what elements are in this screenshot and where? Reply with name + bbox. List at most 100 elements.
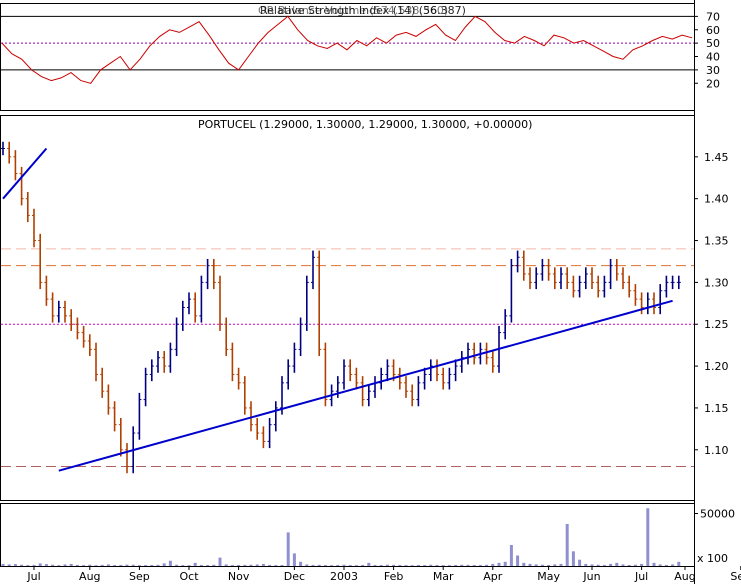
x-tick-label: Jul	[634, 570, 648, 583]
x-tick-label: Sep	[129, 570, 150, 583]
volume-bar	[385, 564, 389, 566]
volume-bar	[615, 562, 619, 566]
price-title: PORTUCEL (1.29000, 1.30000, 1.29000, 1.3…	[198, 118, 532, 131]
volume-bar	[100, 564, 104, 566]
volume-bar	[640, 563, 644, 566]
volume-bar	[330, 565, 334, 566]
volume-bar	[342, 564, 346, 566]
volume-bar	[261, 563, 265, 566]
volume-bar	[441, 565, 445, 566]
volume-bar	[317, 564, 321, 566]
rsi-tick-label: 60	[706, 24, 720, 37]
vol-panel-frame	[0, 503, 695, 567]
volume-bar	[181, 565, 185, 566]
volume-bar	[57, 565, 61, 566]
x-tick-label: Mar	[433, 570, 454, 583]
volume-bar	[596, 564, 600, 566]
volume-bar	[553, 564, 557, 566]
chart-canvas: Relative Strength Index (14) (56.387) OR…	[0, 0, 741, 584]
volume-bar	[7, 564, 11, 566]
volume-bar	[677, 561, 681, 566]
volume-bar	[429, 564, 433, 566]
volume-bar	[621, 564, 625, 566]
x-tick-label: 2003	[330, 570, 358, 583]
volume-bar	[193, 562, 197, 566]
price-tick-label: 1.30	[704, 276, 729, 289]
x-tick-label: Sep	[730, 570, 741, 583]
volume-bar	[305, 564, 309, 566]
volume-bar	[646, 508, 650, 566]
volume-bar	[336, 564, 340, 566]
volume-bar	[20, 564, 24, 566]
volume-bar	[218, 557, 222, 566]
volume-bar	[509, 545, 513, 566]
volume-bar	[69, 563, 73, 566]
volume-bar	[199, 564, 203, 566]
price-tick-label: 1.20	[704, 360, 729, 373]
volume-bar	[224, 564, 228, 566]
rsi-tick-label: 30	[706, 64, 720, 77]
volume-bar	[447, 565, 451, 566]
volume-bar	[162, 563, 166, 566]
volume-bar	[404, 565, 408, 566]
x-tick-label: Apr	[483, 570, 503, 583]
volume-bar	[44, 564, 48, 566]
rsi-tick-label: 40	[706, 51, 720, 64]
volume-bar	[503, 561, 507, 566]
rsi-tick-label: 70	[706, 10, 720, 23]
volume-bar	[466, 564, 470, 566]
x-tick-label: Aug	[79, 570, 100, 583]
x-tick-label: May	[537, 570, 560, 583]
volume-bar	[485, 564, 489, 566]
volume-bar	[63, 564, 67, 566]
volume-bar	[609, 563, 613, 566]
volume-bar	[578, 559, 582, 566]
x-tick-label: Dec	[284, 570, 305, 583]
volume-bar	[491, 563, 495, 566]
volume-bar	[249, 564, 253, 566]
volume-panel: x 100 50000	[0, 503, 735, 567]
volume-bar	[522, 562, 526, 566]
volume-tick-label: 50000	[700, 508, 735, 521]
volume-bar	[398, 564, 402, 566]
x-tick-label: Jul	[26, 570, 40, 583]
volume-bar	[540, 564, 544, 566]
volume-bar	[13, 564, 17, 566]
volume-bar	[559, 563, 563, 566]
volume-bar	[144, 565, 148, 566]
volume-bar	[671, 564, 675, 566]
rsi-panel-frame	[0, 3, 695, 111]
volume-bar	[633, 564, 637, 566]
rsi-tick-label: 50	[706, 37, 720, 50]
volume-bar	[255, 564, 259, 566]
volume-bar	[627, 564, 631, 566]
volume-bar	[119, 564, 123, 566]
volume-bar	[82, 565, 86, 566]
stock-chart: Relative Strength Index (14) (56.387) OR…	[0, 0, 741, 584]
volume-bar	[212, 564, 216, 566]
volume-bar	[280, 564, 284, 566]
volume-bar	[472, 564, 476, 566]
volume-bar	[367, 562, 371, 566]
volume-bar	[175, 564, 179, 566]
volume-bar	[423, 565, 427, 566]
volume-bar	[435, 564, 439, 566]
volume-bar	[156, 564, 160, 566]
volume-bar	[131, 564, 135, 566]
volume-bar	[652, 562, 656, 566]
volume-bar	[454, 564, 458, 566]
volume-bar	[565, 524, 569, 566]
volume-bar	[26, 565, 30, 566]
price-tick-label: 1.40	[704, 193, 729, 206]
volume-bar	[664, 564, 668, 566]
volume-bar	[274, 565, 278, 566]
volume-bar	[51, 564, 55, 566]
volume-bar	[230, 565, 234, 566]
volume-bar	[323, 565, 327, 566]
price-tick-label: 1.10	[704, 444, 729, 457]
volume-bar	[478, 565, 482, 566]
volume-bar	[534, 564, 538, 566]
price-tick-label: 1.35	[704, 235, 729, 248]
volume-bar	[113, 565, 117, 566]
price-tick-label: 1.45	[704, 151, 729, 164]
